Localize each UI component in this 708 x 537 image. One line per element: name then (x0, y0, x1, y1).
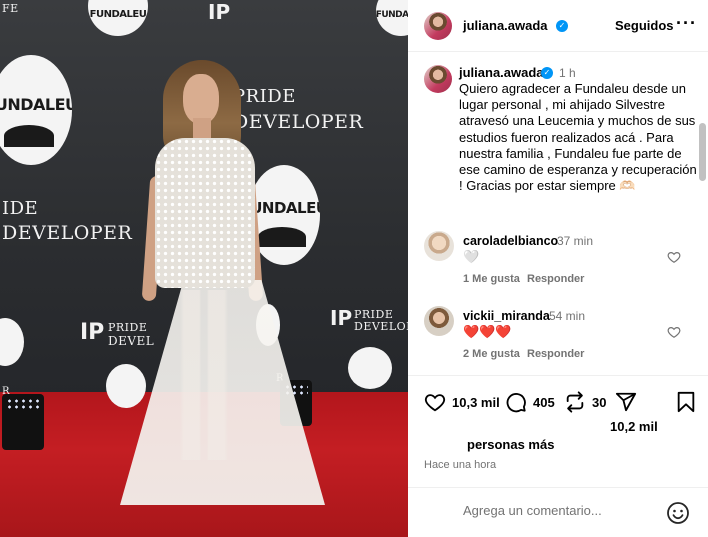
commenter-avatar[interactable] (424, 231, 454, 261)
pride-wordmark: PRIDE (354, 308, 394, 321)
more-options-icon[interactable]: ··· (676, 13, 697, 34)
comment-text: 🤍 (463, 249, 480, 264)
comment-username[interactable]: vickii_miranda (463, 309, 550, 323)
developer-wordmark: DEVELOPER (233, 111, 364, 133)
comment-like-heart-icon[interactable] (667, 325, 681, 339)
comment-time: 54 min (549, 309, 586, 323)
stage-light (2, 394, 44, 450)
pride-wordmark: PRIDE (233, 86, 296, 107)
pride-wordmark: PRIDE (108, 321, 148, 334)
post-actions: 10,3 mil 405 30 10,2 mil personas más Ha… (408, 375, 708, 537)
post-header: juliana.awada ✓ Seguidos ··· (408, 0, 708, 52)
pride-wordmark: IDE (2, 198, 39, 219)
emoji-icon[interactable] (666, 501, 690, 525)
share-action[interactable] (615, 391, 637, 413)
comment-likes[interactable]: 2 Me gusta (463, 348, 520, 360)
lace-bodice (155, 138, 255, 288)
likes-count: 10,3 mil (452, 394, 500, 410)
like-action[interactable]: 10,3 mil (424, 391, 500, 413)
author-avatar[interactable] (424, 12, 452, 40)
caption-text: Quiero agradecer a Fundaleu desde un lug… (459, 81, 697, 194)
post-timestamp[interactable]: Hace una hora (424, 459, 496, 471)
comment-bubble-icon[interactable] (505, 391, 527, 413)
shares-count: 10,2 mil (610, 419, 658, 434)
scrollbar-thumb[interactable] (699, 123, 706, 181)
save-action[interactable] (676, 391, 696, 413)
comment-text: ❤️❤️❤️ (463, 324, 512, 339)
caption-author-avatar[interactable] (424, 65, 452, 93)
ip-logo-mark: IP (330, 306, 353, 330)
developer-wordmark: DEVELOPER (354, 320, 408, 333)
comments-scroll-area[interactable]: juliana.awada ✓ 1 h Quiero agradecer a F… (408, 53, 708, 375)
comment-time: 37 min (557, 234, 594, 248)
comment-username[interactable]: caroladelbianco (463, 234, 558, 248)
comment-likes[interactable]: 1 Me gusta (463, 273, 520, 285)
heart-icon[interactable] (424, 391, 446, 413)
comment-like-heart-icon[interactable] (667, 250, 681, 264)
ip-logo-mark: IP (80, 320, 105, 345)
developer-wordmark: DEVEL (108, 334, 155, 348)
backdrop-fragment: FE (2, 2, 19, 15)
commenter-avatar[interactable] (424, 306, 454, 336)
post-photo[interactable]: FUNDALEU IP FUNDALEU FE FUNDALEU PRIDE D… (0, 0, 408, 537)
comment-composer (408, 487, 708, 537)
fundaleu-logo (348, 347, 392, 389)
author-username[interactable]: juliana.awada (463, 18, 548, 33)
reply-button[interactable]: Responder (527, 273, 584, 285)
following-button[interactable]: Seguidos (615, 18, 674, 33)
caption-time[interactable]: 1 h (559, 66, 576, 80)
bookmark-icon[interactable] (676, 391, 696, 413)
person-face (183, 74, 219, 124)
caption-username[interactable]: juliana.awada (459, 65, 544, 80)
verified-badge-icon: ✓ (556, 20, 568, 32)
repost-icon[interactable] (564, 391, 586, 413)
ip-logo-mark: IP (208, 0, 231, 24)
reposts-count: 30 (592, 394, 607, 410)
verified-badge-icon: ✓ (541, 67, 553, 79)
comment-input[interactable] (463, 503, 663, 518)
fundaleu-logo (106, 364, 146, 408)
paper-plane-icon[interactable] (615, 391, 637, 413)
reply-button[interactable]: Responder (527, 348, 584, 360)
comment-action[interactable]: 405 (505, 391, 555, 413)
developer-wordmark: DEVELOPER (2, 222, 133, 244)
post-details-panel: juliana.awada ✓ Seguidos ··· juliana.awa… (408, 0, 708, 537)
comments-count: 405 (533, 394, 555, 410)
likes-summary[interactable]: personas más (467, 437, 554, 452)
repost-action[interactable]: 30 (564, 391, 606, 413)
